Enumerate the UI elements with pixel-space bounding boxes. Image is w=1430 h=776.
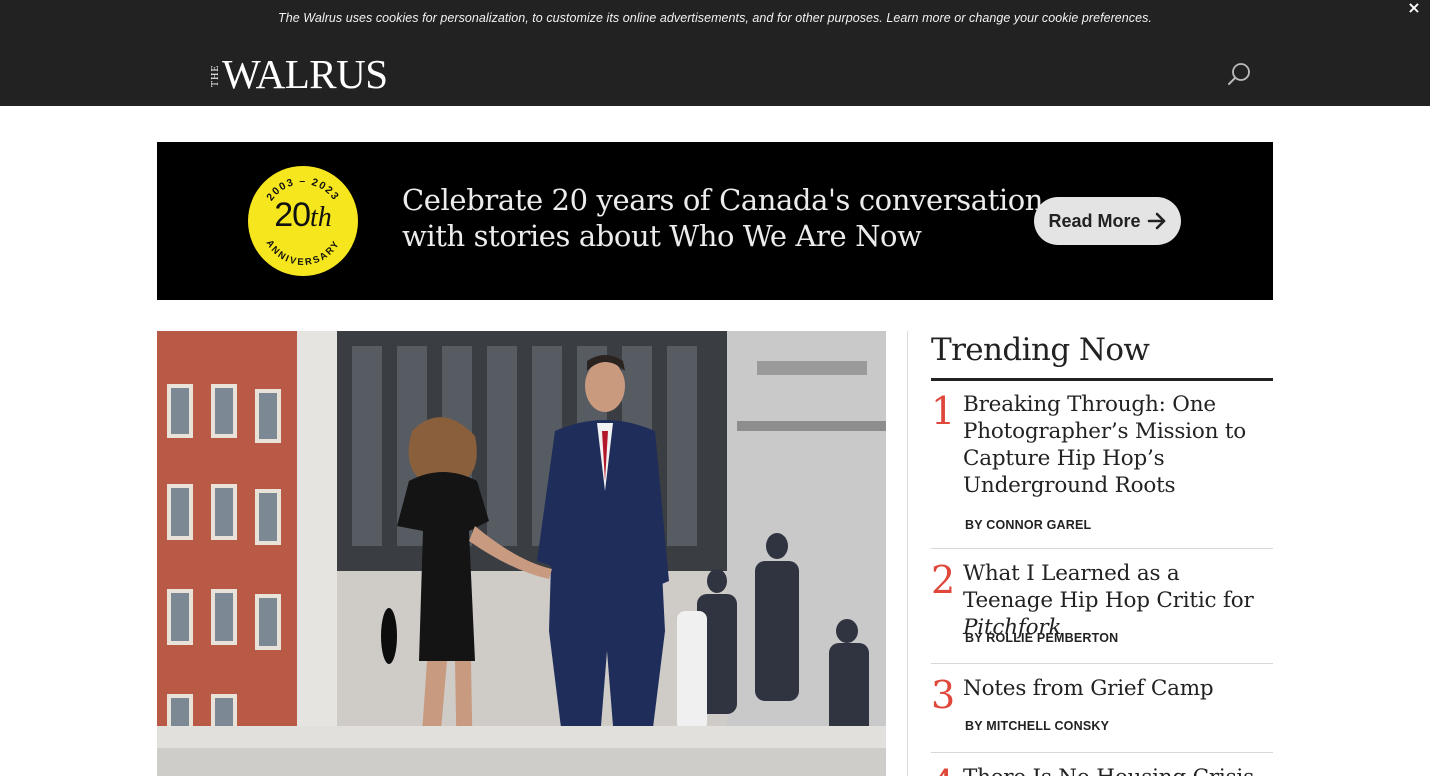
trending-title[interactable]: What I Learned as a Teenage Hip Hop Crit… [963,560,1268,641]
trending-title[interactable]: There Is No Housing Crisis [963,764,1268,776]
banner-headline: Celebrate 20 years of Canada's conversat… [402,182,1043,254]
trending-byline[interactable]: BY MITCHELL CONSKY [965,719,1109,733]
anniversary-badge: 2003 – 2023 ANNIVERSARY 20th [248,166,358,276]
read-more-label: Read More [1048,210,1141,231]
trending-item[interactable]: 1 Breaking Through: One Photographer’s M… [931,391,1273,549]
trending-number: 4 [931,764,955,776]
trending-item[interactable]: 2 What I Learned as a Teenage Hip Hop Cr… [931,560,1273,664]
cookie-banner: The Walrus uses cookies for personalizat… [0,0,1430,40]
badge-anniversary: ANNIVERSARY [264,238,341,268]
logo-wordmark: WALRUS [222,51,388,97]
trending-number: 1 [931,389,956,433]
arrow-right-icon [1147,212,1165,230]
logo-the: THE [210,64,221,88]
trending-byline[interactable]: BY CONNOR GAREL [965,518,1091,532]
site-logo[interactable]: THE WALRUS [210,51,388,97]
banner-line-2: with stories about Who We Are Now [402,219,922,253]
cookie-notice-text[interactable]: The Walrus uses cookies for personalizat… [0,11,1430,25]
trending-title[interactable]: Notes from Grief Camp [963,675,1268,702]
featured-article-image[interactable] [157,331,886,776]
trending-number: 3 [931,673,956,717]
trending-rule [931,378,1273,381]
svg-text:ANNIVERSARY: ANNIVERSARY [264,238,343,268]
trending-byline[interactable]: BY ROLLIE PEMBERTON [965,631,1118,645]
trending-title[interactable]: Breaking Through: One Photographer’s Mis… [963,391,1268,499]
badge-number: 20th [274,196,332,234]
read-more-button[interactable]: Read More [1034,197,1181,245]
trending-item[interactable]: 4 There Is No Housing Crisis [931,764,1273,776]
search-icon[interactable] [1226,62,1252,88]
trending-now-panel: Trending Now 1 Breaking Through: One Pho… [931,331,1273,776]
trending-item[interactable]: 3 Notes from Grief Camp BY MITCHELL CONS… [931,675,1273,753]
anniversary-banner[interactable]: 2003 – 2023 ANNIVERSARY 20th Celebrate 2… [157,142,1273,300]
banner-line-1: Celebrate 20 years of Canada's conversat… [402,183,1044,217]
trending-heading: Trending Now [931,332,1150,368]
trending-number: 2 [931,558,956,602]
column-divider [907,331,908,776]
site-header: THE WALRUS [0,40,1430,106]
close-icon[interactable]: × [1404,0,1424,20]
